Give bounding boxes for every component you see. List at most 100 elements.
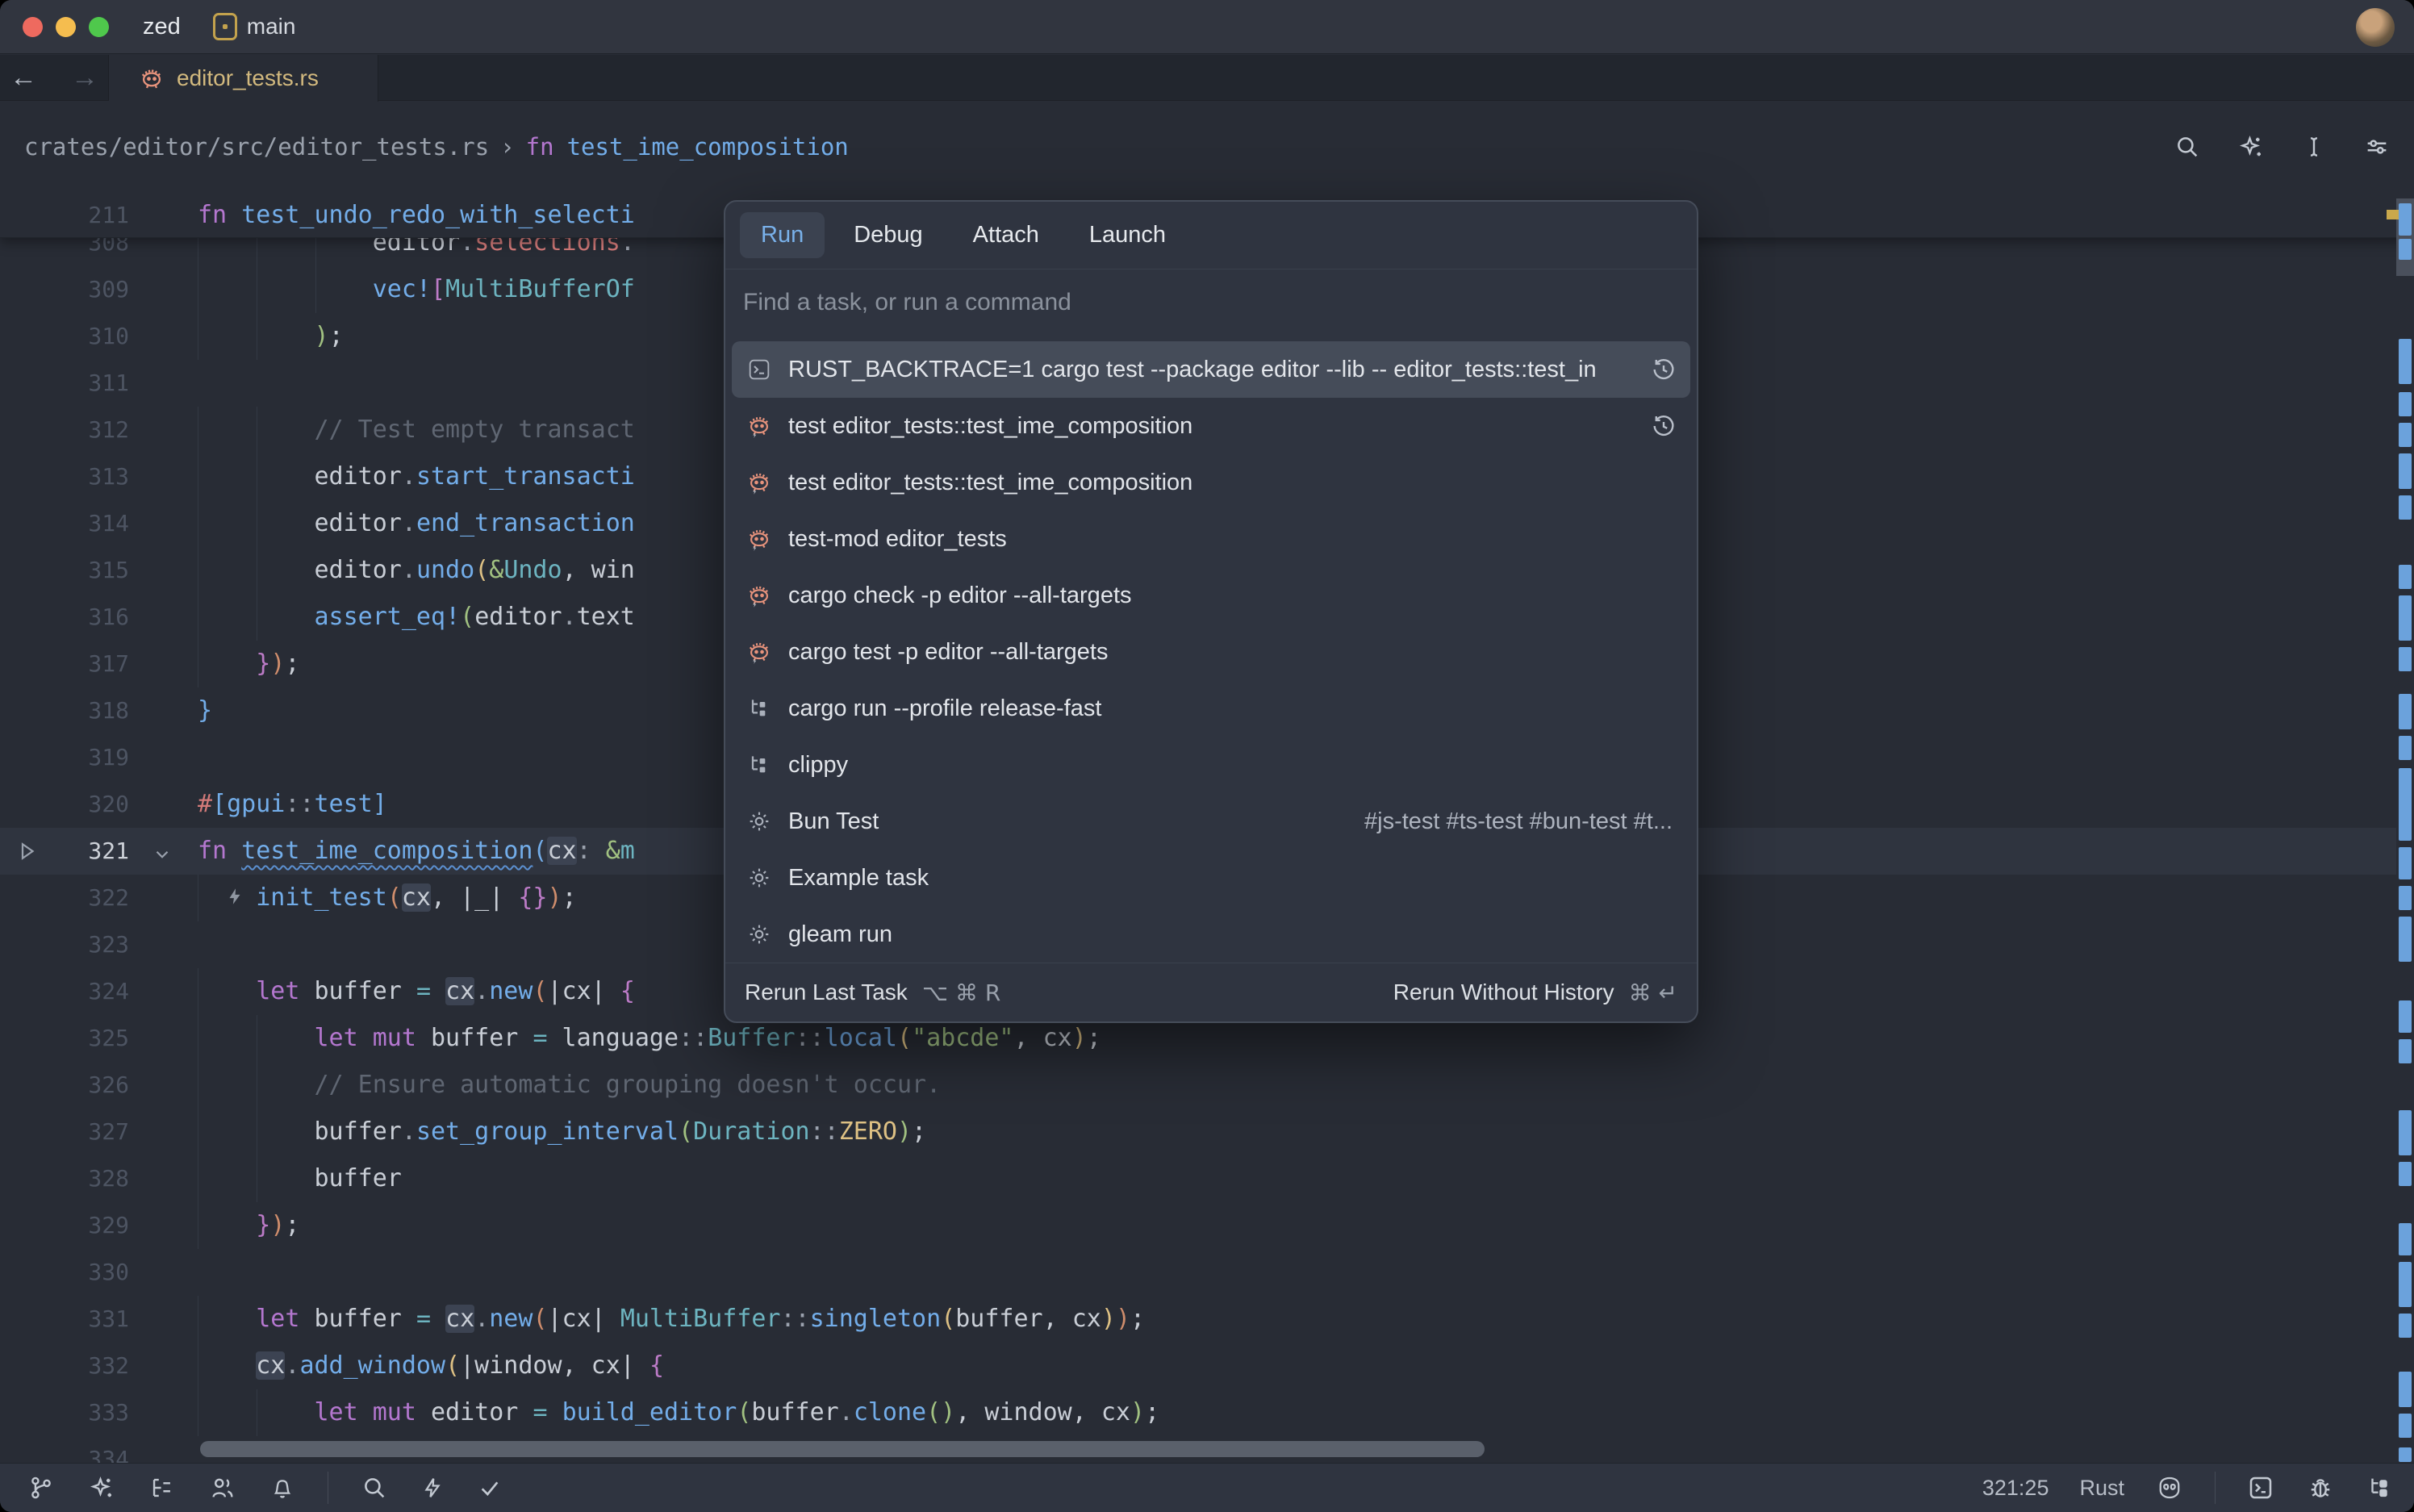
task-search-row[interactable]: Find a task, or run a command (725, 269, 1697, 337)
code-line-331[interactable]: 331 let buffer = cx.new(|cx| MultiBuffer… (0, 1296, 2396, 1343)
task-picker-modal: RunDebugAttachLaunch Find a task, or run… (724, 200, 1698, 1023)
code-text: editor.start_transacti (198, 453, 635, 500)
rerun-without-history-button[interactable]: Rerun Without History (1393, 979, 1614, 1005)
code-text: #[gpui::test] (198, 781, 387, 828)
project-panel-tree-icon[interactable] (2366, 1474, 2393, 1502)
line-number: 315 (0, 547, 129, 594)
cursor-position[interactable]: 321:25 (1982, 1476, 2049, 1501)
search-icon[interactable] (2174, 133, 2201, 161)
collab-users-icon[interactable] (208, 1474, 237, 1502)
task-label: test-mod editor_tests (788, 526, 1677, 553)
code-line-326[interactable]: 326 // Ensure automatic grouping doesn't… (0, 1062, 2396, 1109)
scrollbar-match-mark (2399, 453, 2412, 489)
avatar[interactable] (2356, 8, 2395, 47)
task-row[interactable]: Bun Test#js-test #ts-test #bun-test #t..… (732, 793, 1690, 850)
breadcrumb[interactable]: crates/editor/src/editor_tests.rs › fn t… (0, 102, 2414, 192)
fold-chevron-icon[interactable] (152, 844, 173, 865)
scrollbar-match-mark (2399, 203, 2412, 236)
code-line-329[interactable]: 329 }); (0, 1202, 2396, 1249)
gear-icon (745, 808, 774, 834)
line-number: 313 (0, 453, 129, 500)
git-branch-selector[interactable]: main (213, 13, 296, 40)
task-row[interactable]: test editor_tests::test_ime_composition (732, 398, 1690, 454)
task-label: test editor_tests::test_ime_composition (788, 413, 1635, 440)
scrollbar-match-mark (2399, 1372, 2412, 1407)
tab-bar: ← → editor_tests.rs (0, 55, 2414, 101)
line-number: 334 (0, 1436, 129, 1463)
tab-editor-tests[interactable]: editor_tests.rs (109, 55, 378, 102)
terminal-panel-icon[interactable] (2246, 1473, 2275, 1502)
text-cursor-icon[interactable] (2301, 133, 2327, 161)
diagnostics-check-icon[interactable] (477, 1475, 503, 1501)
breadcrumb-fn-keyword: fn (526, 133, 554, 161)
code-line-332[interactable]: 332 cx.add_window(|window, cx| { (0, 1343, 2396, 1389)
code-text: buffer (198, 1155, 402, 1202)
close-window-button[interactable] (23, 17, 43, 37)
scrollbar-match-mark (2399, 1262, 2412, 1307)
forward-button[interactable]: → (71, 64, 98, 91)
debug-panel-bug-icon[interactable] (2306, 1473, 2335, 1502)
language-selector[interactable]: Rust (2079, 1476, 2124, 1501)
task-tab-run[interactable]: Run (740, 212, 825, 258)
task-row[interactable]: cargo run --profile release-fast (732, 680, 1690, 737)
scrollbar-match-mark (2399, 847, 2412, 879)
scrollbar-match-mark (2399, 1000, 2412, 1033)
task-row[interactable]: test-mod editor_tests (732, 511, 1690, 567)
task-row[interactable]: gleam run (732, 906, 1690, 963)
task-search-input[interactable]: Find a task, or run a command (743, 289, 1071, 316)
code-line-333[interactable]: 333 let mut editor = build_editor(buffer… (0, 1389, 2396, 1436)
rerun-without-history-shortcut: ⌘ ↵ (1629, 979, 1677, 1006)
task-row[interactable]: cargo check -p editor --all-targets (732, 567, 1690, 624)
task-row[interactable]: test editor_tests::test_ime_composition (732, 454, 1690, 511)
task-label: gleam run (788, 921, 1677, 948)
task-row[interactable]: Example task (732, 850, 1690, 906)
notifications-bell-icon[interactable] (269, 1474, 295, 1502)
task-label: test editor_tests::test_ime_composition (788, 470, 1677, 496)
editor-controls-sliders-icon[interactable] (2362, 133, 2391, 161)
rerun-last-task-button[interactable]: Rerun Last Task (745, 979, 908, 1005)
back-button[interactable]: ← (10, 64, 37, 91)
tree-icon (745, 752, 774, 778)
code-text: // Test empty transact (198, 407, 635, 453)
assistant-sparkle-icon[interactable] (87, 1473, 116, 1502)
task-tab-debug[interactable]: Debug (833, 212, 943, 258)
code-line-327[interactable]: 327 buffer.set_group_interval(Duration::… (0, 1109, 2396, 1155)
task-row[interactable]: RUST_BACKTRACE=1 cargo test --package ed… (732, 341, 1690, 398)
zoom-window-button[interactable] (89, 17, 109, 37)
history-nav: ← → (0, 55, 109, 100)
task-row[interactable]: clippy (732, 737, 1690, 793)
inline-assist-sparkle-icon[interactable] (2236, 132, 2266, 161)
diagnostics-search-icon[interactable] (361, 1474, 388, 1502)
line-number: 318 (0, 687, 129, 734)
runnables-zap-icon[interactable] (420, 1474, 445, 1502)
titlebar: zed main (0, 0, 2414, 54)
code-text: assert_eq!(editor.text (198, 594, 635, 641)
run-test-play-icon[interactable] (15, 839, 39, 863)
task-row[interactable]: cargo test -p editor --all-targets (732, 624, 1690, 680)
outline-panel-icon[interactable] (148, 1474, 176, 1502)
scrollbar-match-mark (2399, 736, 2412, 760)
line-number: 330 (0, 1249, 129, 1296)
horizontal-scrollbar[interactable] (200, 1441, 1485, 1457)
task-tab-launch[interactable]: Launch (1068, 212, 1187, 258)
ferris-icon (745, 582, 774, 609)
task-tab-attach[interactable]: Attach (952, 212, 1060, 258)
code-text: // Ensure automatic grouping doesn't occ… (198, 1062, 941, 1109)
copilot-icon[interactable] (2155, 1473, 2184, 1502)
vertical-scrollbar[interactable] (2396, 192, 2414, 1463)
gear-icon (745, 865, 774, 891)
line-number: 327 (0, 1109, 129, 1155)
line-number: 324 (0, 968, 129, 1015)
git-branch-icon[interactable] (27, 1474, 55, 1502)
code-text: editor.end_transaction (198, 500, 635, 547)
code-line-330[interactable]: 330 (0, 1249, 2396, 1296)
minimize-window-button[interactable] (56, 17, 76, 37)
task-label: RUST_BACKTRACE=1 cargo test --package ed… (788, 357, 1635, 383)
scrollbar-match-mark (2399, 339, 2412, 384)
scrollbar-match-mark (2399, 1414, 2412, 1438)
scrollbar-match-mark (2399, 239, 2412, 260)
task-label: Example task (788, 865, 1677, 892)
task-label: cargo test -p editor --all-targets (788, 639, 1677, 666)
code-line-328[interactable]: 328 buffer (0, 1155, 2396, 1202)
line-number: 310 (0, 313, 129, 360)
